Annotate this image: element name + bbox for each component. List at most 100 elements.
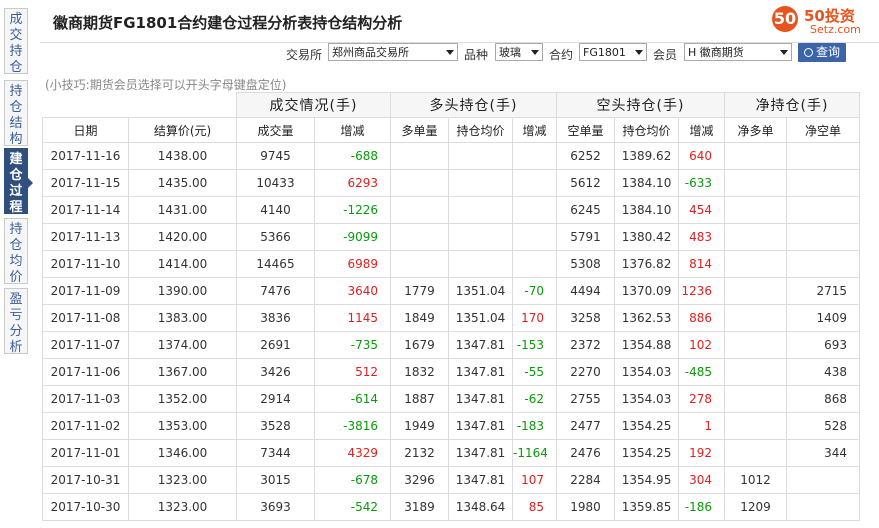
table-cell-vol-chg: 3640 <box>314 277 391 305</box>
tab-build-process[interactable]: 建仓过程 <box>4 148 28 215</box>
table-cell-long <box>390 196 449 224</box>
table-cell-short-avg: 1354.88 <box>614 331 680 359</box>
group-header-empty <box>42 92 237 118</box>
table-cell-long <box>390 142 449 170</box>
table-cell-long: 3189 <box>390 493 449 521</box>
table-cell-date: 2017-11-01 <box>42 439 129 467</box>
table-cell-net-short <box>786 142 861 170</box>
chevron-down-icon <box>780 50 788 55</box>
table-cell-vol-chg: -1226 <box>314 196 391 224</box>
table-cell-date: 2017-11-16 <box>42 142 129 170</box>
site-logo[interactable]: 50 50投资 Setz.com <box>770 4 879 38</box>
col-short: 空单量 <box>556 117 616 143</box>
table-cell-settle: 1374.00 <box>128 331 237 359</box>
table-cell-vol: 3836 <box>236 304 315 332</box>
table-cell-net-long <box>724 250 788 278</box>
group-header-short: 空头持仓(手) <box>556 92 726 118</box>
table-row: 2017-11-13 1420.00 5366 -9099 5791 1380.42 483 <box>42 223 861 251</box>
table-cell-short: 2477 <box>556 412 616 440</box>
chevron-down-icon <box>446 50 454 55</box>
table-cell-vol-chg: 4329 <box>314 439 391 467</box>
table-cell-settle: 1346.00 <box>128 439 237 467</box>
table-body: 2017-11-16 1438.00 9745 -688 6252 1389.62 640 2… <box>42 142 861 521</box>
table-cell-long-chg: -70 <box>511 277 558 305</box>
table-cell-vol: 9745 <box>236 142 315 170</box>
table-cell-settle: 1414.00 <box>128 250 237 278</box>
table-cell-net-short: 438 <box>786 358 861 386</box>
table-cell-long-avg: 1347.81 <box>448 331 513 359</box>
position-table: 成交情况(手) 多头持仓(手) 空头持仓(手) 净持仓(手) 日期 结算价(元)… <box>42 92 861 521</box>
table-row: 2017-11-09 1390.00 7476 3640 1779 1351.04 -70 4… <box>42 277 861 305</box>
contract-value: FG1801 <box>583 46 626 59</box>
table-cell-short-avg: 1354.25 <box>614 412 680 440</box>
table-cell-long-avg: 1347.81 <box>448 439 513 467</box>
table-cell-vol: 2914 <box>236 385 315 413</box>
table-cell-long <box>390 169 449 197</box>
group-header-row: 成交情况(手) 多头持仓(手) 空头持仓(手) 净持仓(手) <box>42 92 861 118</box>
contract-select[interactable]: FG1801 <box>579 43 647 61</box>
col-settle: 结算价(元) <box>128 117 237 143</box>
logo-icon: 50 <box>772 6 798 32</box>
table-cell-short: 3258 <box>556 304 616 332</box>
table-cell-long <box>390 250 449 278</box>
col-volume: 成交量 <box>236 117 315 143</box>
table-cell-vol: 3015 <box>236 466 315 494</box>
table-cell-short: 5308 <box>556 250 616 278</box>
col-short-change: 增减 <box>678 117 726 143</box>
table-cell-vol-chg: -614 <box>314 385 391 413</box>
table-cell-vol: 4140 <box>236 196 315 224</box>
table-cell-net-long <box>724 142 788 170</box>
table-cell-short-chg: 102 <box>678 331 726 359</box>
exchange-select[interactable]: 郑州商品交易所 <box>328 43 458 61</box>
table-cell-short-avg: 1389.62 <box>614 142 680 170</box>
table-cell-long-avg: 1347.81 <box>448 358 513 386</box>
variety-select[interactable]: 玻璃 <box>495 43 543 61</box>
table-cell-vol: 2691 <box>236 331 315 359</box>
table-cell-short-chg: 814 <box>678 250 726 278</box>
table-cell-long-chg: 107 <box>511 466 558 494</box>
query-button[interactable]: 查询 <box>798 43 847 62</box>
table-cell-date: 2017-11-07 <box>42 331 129 359</box>
table-cell-net-short: 2715 <box>786 277 861 305</box>
tab-volume-position[interactable]: 成交持仓 <box>4 8 28 75</box>
table-cell-net-short <box>786 493 861 521</box>
table-cell-net-long <box>724 358 788 386</box>
col-long-change: 增减 <box>511 117 558 143</box>
table-cell-net-short <box>786 196 861 224</box>
tab-average-price[interactable]: 持仓均价 <box>4 218 28 285</box>
group-header-volume: 成交情况(手) <box>236 92 391 118</box>
table-cell-long: 1887 <box>390 385 449 413</box>
table-cell-long: 1832 <box>390 358 449 386</box>
table-cell-date: 2017-11-14 <box>42 196 129 224</box>
table-cell-short: 6252 <box>556 142 616 170</box>
member-select[interactable]: H 徽商期货 <box>684 43 792 61</box>
table-cell-long-avg <box>448 169 513 197</box>
table-cell-date: 2017-11-06 <box>42 358 129 386</box>
tab-position-structure[interactable]: 持仓结构 <box>4 80 28 147</box>
table-cell-short-avg: 1380.42 <box>614 223 680 251</box>
table-cell-short-chg: 483 <box>678 223 726 251</box>
table-cell-net-short <box>786 250 861 278</box>
table-cell-date: 2017-11-15 <box>42 169 129 197</box>
table-cell-short-avg: 1384.10 <box>614 169 680 197</box>
table-cell-net-short <box>786 223 861 251</box>
page-title: 徽商期货FG1801合约建仓过程分析表持仓结构分析 <box>53 14 403 32</box>
table-cell-settle: 1420.00 <box>128 223 237 251</box>
table-cell-net-long <box>724 304 788 332</box>
table-cell-long-avg: 1347.81 <box>448 466 513 494</box>
table-cell-short-chg: 640 <box>678 142 726 170</box>
tab-label: 持仓结构 <box>9 84 23 147</box>
table-cell-long-avg <box>448 142 513 170</box>
table-cell-vol-chg: -688 <box>314 142 391 170</box>
sidebar: 成交持仓 持仓结构 建仓过程 持仓均价 盈亏分析 <box>0 0 33 528</box>
table-cell-net-long <box>724 439 788 467</box>
tab-profit-loss[interactable]: 盈亏分析 <box>4 288 28 355</box>
table-cell-vol-chg: 6293 <box>314 169 391 197</box>
exchange-label: 交易所 <box>286 48 323 62</box>
table-cell-short: 4494 <box>556 277 616 305</box>
table-cell-short-avg: 1362.53 <box>614 304 680 332</box>
table-cell-date: 2017-11-10 <box>42 250 129 278</box>
table-cell-net-short <box>786 169 861 197</box>
table-cell-short-chg: 1236 <box>678 277 726 305</box>
table-cell-long-avg: 1348.64 <box>448 493 513 521</box>
